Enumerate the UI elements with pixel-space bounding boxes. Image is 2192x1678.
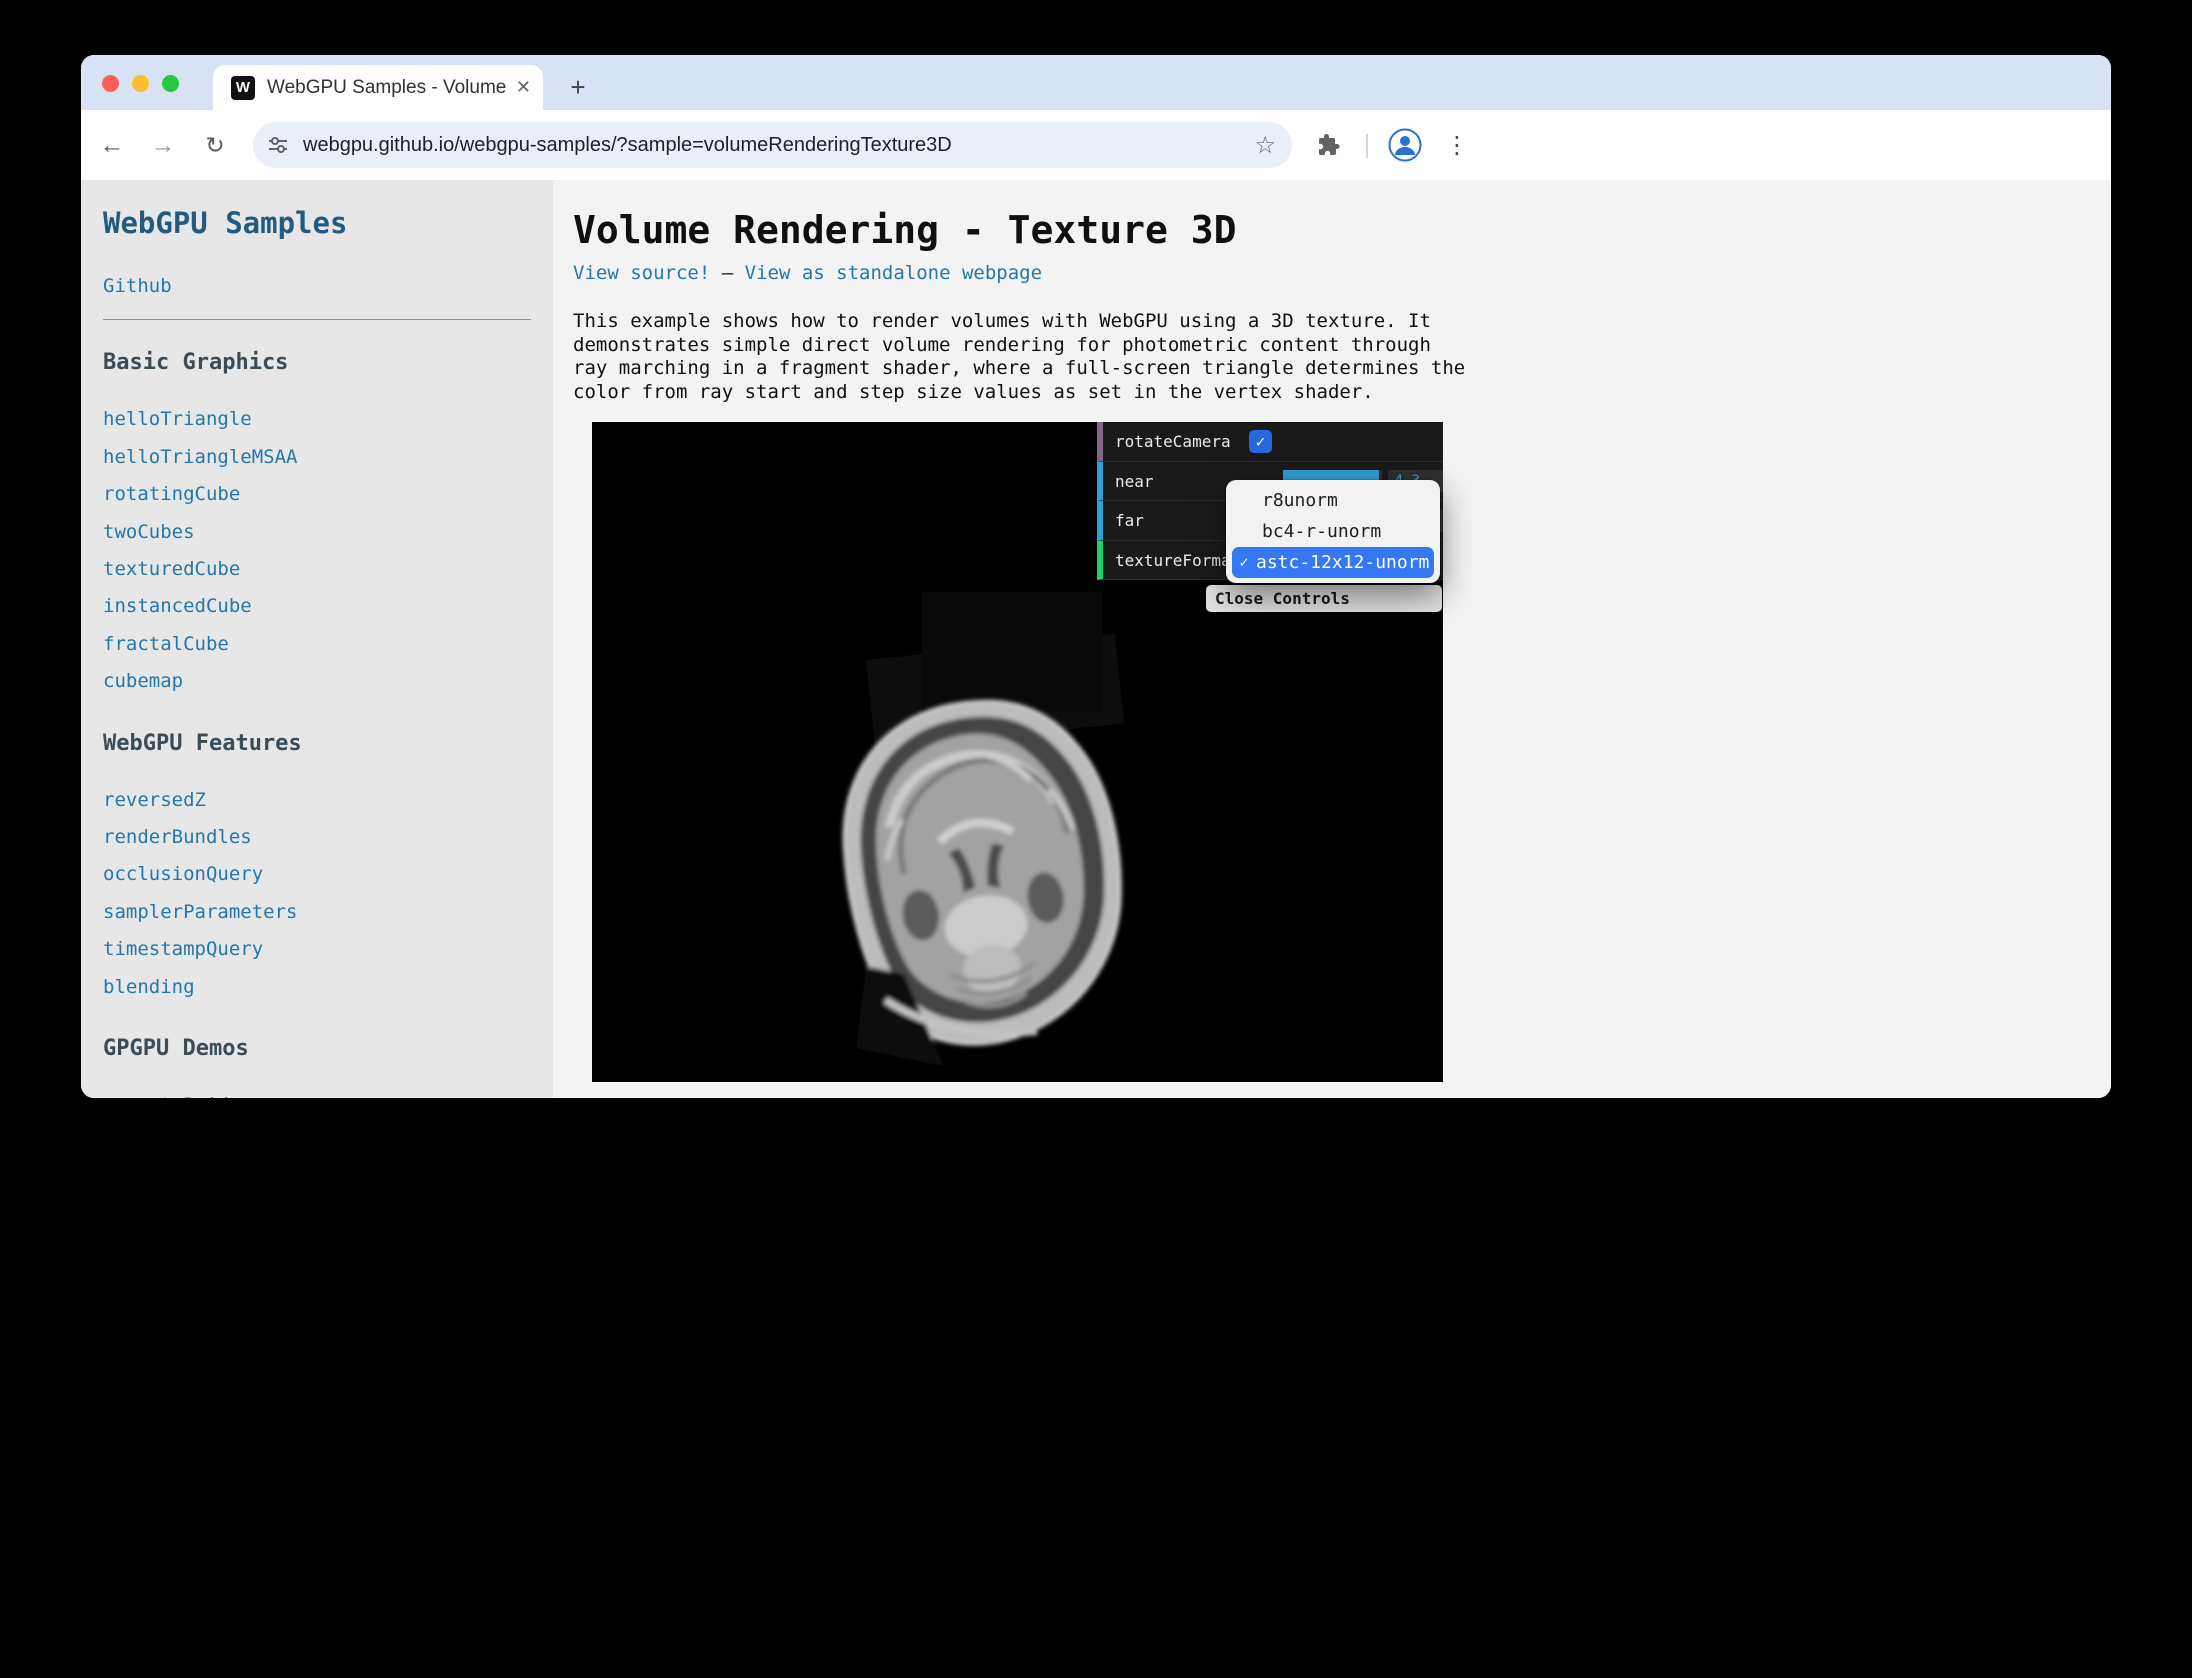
selected-check-icon: ✓ (1232, 547, 1256, 578)
sidebar-heading-gpgpu-demos: GPGPU Demos (103, 1036, 531, 1061)
forward-icon[interactable]: → (145, 127, 181, 163)
menu-kebab-icon[interactable]: ⋮ (1439, 127, 1475, 163)
sidebar-item-samplerParameters[interactable]: samplerParameters (103, 894, 531, 931)
close-controls-button[interactable]: Close Controls (1206, 585, 1442, 612)
browser-tab[interactable]: W WebGPU Samples - Volume R ✕ (213, 65, 543, 110)
sidebar-item-helloTriangle[interactable]: helloTriangle (103, 401, 531, 438)
sidebar-item-twoCubes[interactable]: twoCubes (103, 514, 531, 551)
tab-close-icon[interactable]: ✕ (516, 77, 531, 98)
tab-strip: W WebGPU Samples - Volume R ✕ + (81, 55, 2111, 110)
dropdown-option-r8unorm[interactable]: r8unorm (1232, 485, 1434, 516)
sidebar-item-occlusionQuery[interactable]: occlusionQuery (103, 856, 531, 893)
bookmark-star-icon[interactable]: ☆ (1254, 131, 1276, 160)
selected-option-label: astc-12x12-unorm (1256, 547, 1429, 578)
sidebar-item-rotatingCube[interactable]: rotatingCube (103, 476, 531, 513)
page-viewport: WebGPU Samples Github Basic Graphics hel… (81, 180, 2111, 1098)
dropdown-option-bc4-r-unorm[interactable]: bc4-r-unorm (1232, 516, 1434, 547)
profile-avatar[interactable] (1387, 127, 1423, 163)
back-icon[interactable]: ← (94, 127, 130, 163)
reload-icon[interactable]: ↻ (197, 127, 233, 163)
webgpu-canvas[interactable]: rotateCamera ✓ near 4.3 far texture (592, 422, 1443, 1082)
sidebar-heading-webgpu-features: WebGPU Features (103, 731, 531, 756)
sidebar-item-helloTriangleMSAA[interactable]: helloTriangleMSAA (103, 439, 531, 476)
sidebar-item-reversedZ[interactable]: reversedZ (103, 782, 531, 819)
url-bar[interactable]: webgpu.github.io/webgpu-samples/?sample=… (253, 122, 1292, 168)
sidebar: WebGPU Samples Github Basic Graphics hel… (81, 180, 553, 1098)
sidebar-title: WebGPU Samples (103, 206, 531, 240)
sidebar-item-timestampQuery[interactable]: timestampQuery (103, 931, 531, 968)
rotate-camera-checkbox[interactable]: ✓ (1249, 430, 1272, 453)
webgpu-favicon-icon: W (231, 76, 255, 100)
extensions-icon[interactable] (1311, 127, 1347, 163)
gui-row-rotateCamera: rotateCamera ✓ (1097, 422, 1443, 462)
toolbar-separator (1366, 134, 1368, 158)
sidebar-item-cubemap[interactable]: cubemap (103, 663, 531, 700)
view-source-link[interactable]: View source! (573, 262, 710, 284)
rotate-camera-label: rotateCamera (1115, 432, 1249, 451)
url-text[interactable]: webgpu.github.io/webgpu-samples/?sample=… (303, 134, 1254, 157)
new-tab-button[interactable]: + (559, 68, 597, 106)
page-title: Volume Rendering - Texture 3D (573, 208, 2111, 252)
sample-description: This example shows how to render volumes… (573, 310, 1469, 404)
sidebar-divider (103, 319, 531, 320)
texture-format-dropdown: r8unorm bc4-r-unorm ✓ astc-12x12-unorm (1226, 480, 1440, 583)
browser-toolbar: ← → ↻ webgpu.github.io/webgpu-samples/?s… (81, 110, 2111, 180)
source-links: View source! — View as standalone webpag… (573, 262, 2111, 284)
links-separator: — (722, 262, 733, 284)
sidebar-item-computeBoids[interactable]: computeBoids (103, 1087, 531, 1098)
tab-title: WebGPU Samples - Volume R (267, 77, 508, 99)
sidebar-item-texturedCube[interactable]: texturedCube (103, 551, 531, 588)
sidebar-item-renderBundles[interactable]: renderBundles (103, 819, 531, 856)
traffic-light-minimize[interactable] (132, 75, 149, 92)
dropdown-option-astc-12x12-unorm[interactable]: ✓ astc-12x12-unorm (1232, 547, 1434, 578)
traffic-light-close[interactable] (102, 75, 119, 92)
sidebar-item-fractalCube[interactable]: fractalCube (103, 626, 531, 663)
standalone-link[interactable]: View as standalone webpage (745, 262, 1042, 284)
browser-window: W WebGPU Samples - Volume R ✕ + ← → ↻ we (81, 55, 2111, 1098)
sidebar-heading-basic-graphics: Basic Graphics (103, 350, 531, 375)
sidebar-link-github[interactable]: Github (103, 268, 531, 305)
main-content: Volume Rendering - Texture 3D View sourc… (553, 180, 2111, 1098)
site-settings-icon[interactable] (267, 134, 289, 156)
traffic-light-zoom[interactable] (162, 75, 179, 92)
sidebar-item-instancedCube[interactable]: instancedCube (103, 588, 531, 625)
sidebar-item-blending[interactable]: blending (103, 969, 531, 1006)
